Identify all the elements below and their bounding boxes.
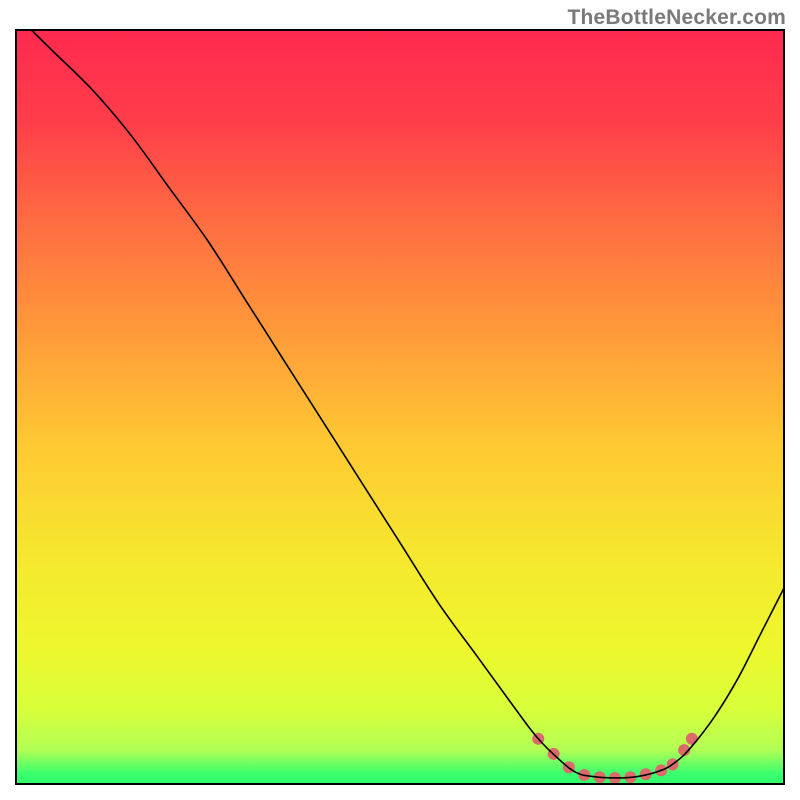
chart-gradient-bg [16, 30, 784, 784]
watermark-text: TheBottleNecker.com [567, 6, 786, 30]
curve-marker [686, 733, 698, 745]
bottleneck-chart: TheBottleNecker.com [0, 0, 800, 800]
chart-svg [0, 0, 800, 800]
